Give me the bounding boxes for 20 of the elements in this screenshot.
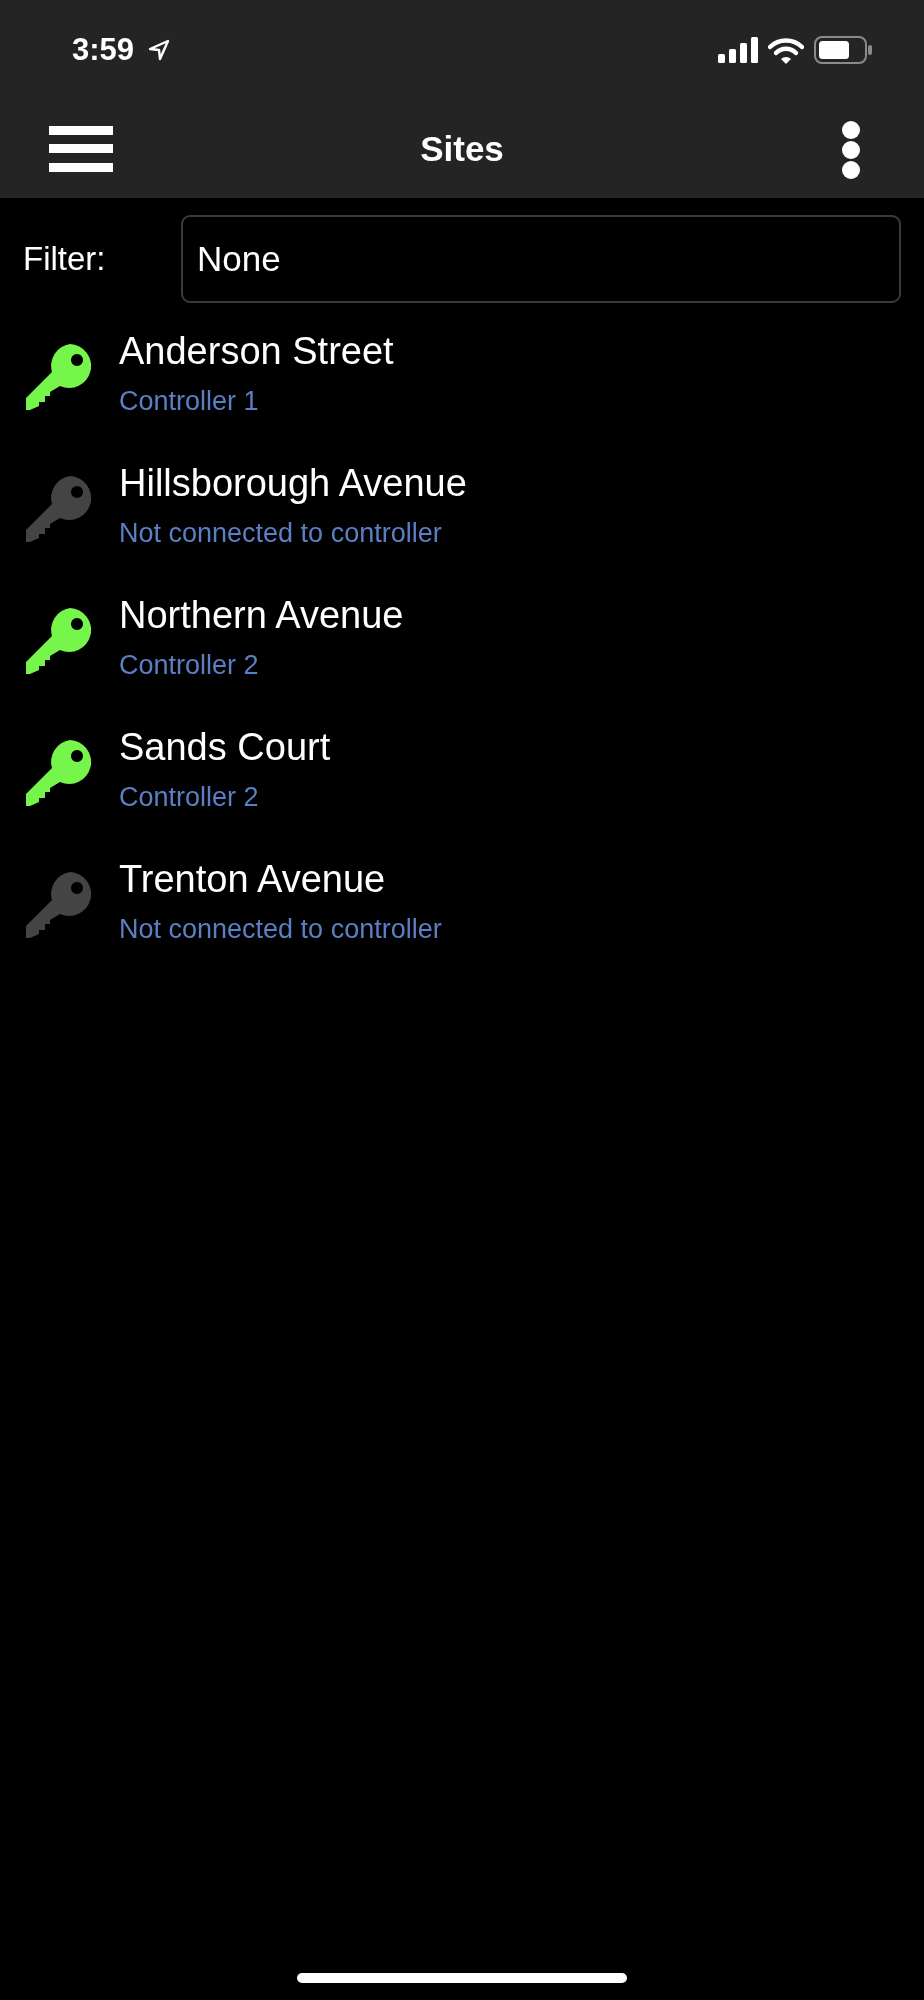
site-status: Not connected to controller xyxy=(119,518,443,549)
site-name[interactable]: Sands Court xyxy=(119,722,331,772)
signal-icon xyxy=(718,37,758,63)
site-name[interactable]: Trenton Avenue xyxy=(119,854,442,904)
filter-label: Filter: xyxy=(23,240,107,278)
more-options-icon[interactable] xyxy=(840,121,862,179)
filter-field[interactable]: None xyxy=(181,215,901,303)
site-status: Not connected to controller xyxy=(119,914,442,945)
menu-icon[interactable] xyxy=(49,126,113,172)
site-name[interactable]: Northern Avenue xyxy=(119,590,404,640)
wifi-icon xyxy=(768,36,804,64)
screen-title: Sites xyxy=(420,129,504,169)
site-status: Controller 1 xyxy=(119,386,260,417)
site-name[interactable]: Anderson Street xyxy=(119,326,394,376)
status-time: 3:59 xyxy=(72,32,135,68)
location-arrow-icon xyxy=(148,39,171,61)
site-status: Controller 2 xyxy=(119,782,260,813)
battery-icon xyxy=(814,36,872,64)
site-status: Controller 2 xyxy=(119,650,260,681)
site-name[interactable]: Hillsborough Avenue xyxy=(119,458,467,508)
